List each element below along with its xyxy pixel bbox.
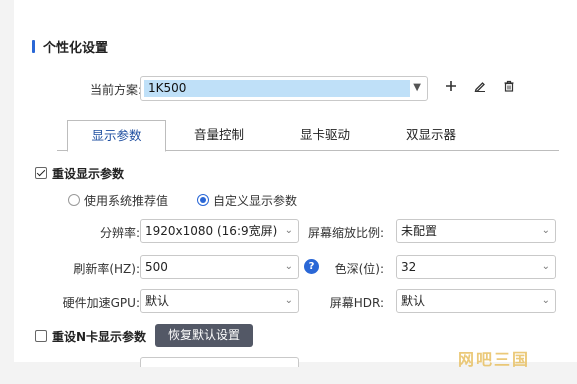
help-icon[interactable]: ? — [304, 259, 319, 274]
scaling-select[interactable]: 未配置 ⌄ — [396, 219, 556, 243]
gpu-accel-select[interactable]: 默认 ⌄ — [140, 289, 299, 313]
radio-recommended[interactable] — [68, 194, 80, 206]
tab-bar: 显示参数 音量控制 显卡驱动 双显示器 — [57, 120, 559, 152]
chevron-down-icon: ⌄ — [284, 225, 293, 236]
restore-defaults-button[interactable]: 恢复默认设置 — [155, 324, 253, 347]
radio-custom[interactable] — [197, 194, 209, 206]
partial-select[interactable] — [140, 357, 299, 367]
section-title-text: 个性化设置 — [43, 40, 109, 56]
chevron-down-icon: ⌄ — [541, 295, 550, 306]
gpu-accel-value: 默认 — [145, 294, 170, 308]
hdr-value: 默认 — [401, 294, 426, 308]
refresh-label: 刷新率(HZ): — [73, 262, 140, 276]
plus-icon — [445, 80, 457, 96]
scaling-label: 屏幕缩放比例: — [307, 226, 384, 240]
watermark-logo: 网吧三国 — [458, 350, 531, 369]
scheme-label: 当前方案: — [89, 83, 142, 97]
chevron-down-icon: ⌄ — [284, 261, 293, 272]
scheme-select-value: 1K500 — [144, 80, 410, 97]
tab-gpu-driver[interactable]: 显卡驱动 — [272, 120, 378, 151]
scaling-value: 未配置 — [401, 224, 438, 238]
gpu-accel-label: 硬件加速GPU: — [62, 296, 140, 310]
radio-recommended-label: 使用系统推荐值 — [84, 194, 169, 208]
color-depth-select[interactable]: 32 ⌄ — [396, 255, 556, 279]
delete-scheme-button[interactable] — [502, 80, 516, 96]
reset-display-label: 重设显示参数 — [52, 167, 125, 181]
reset-ncard-checkbox[interactable] — [35, 330, 47, 342]
radio-custom-label: 自定义显示参数 — [213, 194, 298, 208]
settings-panel: 个性化设置 当前方案: 1K500 ▼ 显示参数 音量控制 显卡驱动 双显示器 … — [14, 0, 577, 367]
tab-dual-monitor[interactable]: 双显示器 — [378, 120, 484, 151]
tab-volume[interactable]: 音量控制 — [166, 120, 272, 151]
reset-ncard-label: 重设N卡显示参数 — [52, 330, 147, 344]
resolution-value: 1920x1080 (16:9宽屏) — [145, 224, 278, 238]
chevron-down-icon: ⌄ — [284, 295, 293, 306]
hdr-select[interactable]: 默认 ⌄ — [396, 289, 556, 313]
resolution-label: 分辨率: — [99, 226, 140, 240]
section-accent-bar — [32, 39, 35, 53]
color-depth-value: 32 — [401, 260, 417, 274]
chevron-down-icon: ⌄ — [541, 225, 550, 236]
trash-icon — [503, 80, 515, 96]
resolution-select[interactable]: 1920x1080 (16:9宽屏) ⌄ — [140, 219, 299, 243]
refresh-select[interactable]: 500 ⌄ — [140, 255, 299, 279]
section-title: 个性化设置 — [32, 37, 109, 56]
edit-scheme-button[interactable] — [473, 80, 487, 96]
chevron-down-icon: ▼ — [413, 82, 421, 93]
add-scheme-button[interactable] — [444, 80, 458, 96]
scheme-select[interactable]: 1K500 ▼ — [140, 76, 428, 101]
hdr-label: 屏幕HDR: — [329, 296, 384, 310]
chevron-down-icon: ⌄ — [541, 261, 550, 272]
reset-display-checkbox[interactable] — [35, 167, 47, 179]
refresh-value: 500 — [145, 260, 168, 274]
color-depth-label: 色深(位): — [334, 262, 384, 276]
tab-display[interactable]: 显示参数 — [67, 120, 166, 152]
pencil-icon — [474, 80, 486, 96]
